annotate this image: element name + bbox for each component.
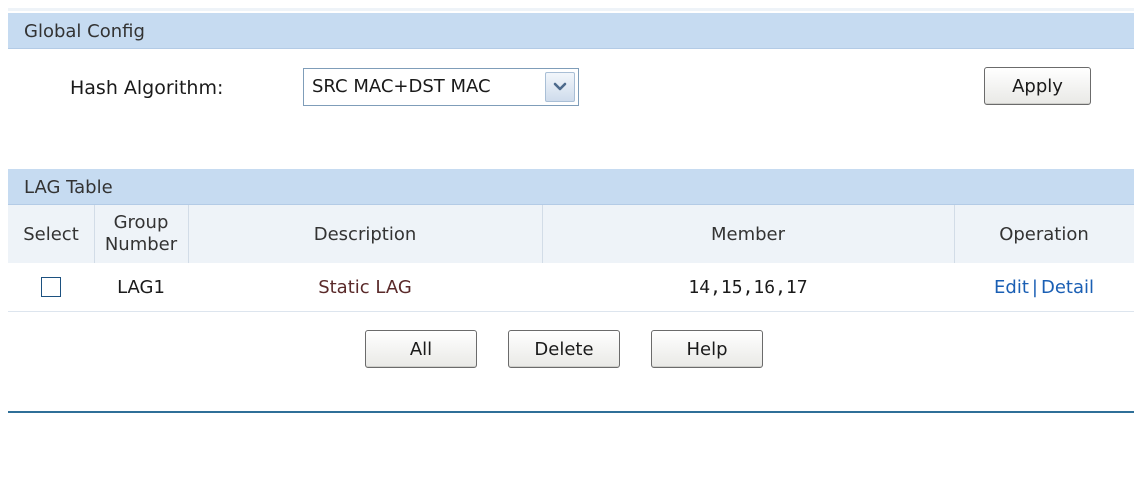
lag-table-title: LAG Table (24, 177, 113, 198)
col-header-operation: Operation (999, 223, 1089, 245)
col-header-select: Select (23, 223, 79, 245)
column-divider (188, 205, 189, 263)
chevron-down-icon[interactable] (545, 72, 575, 102)
bottom-rule (8, 411, 1134, 413)
global-config-title: Global Config (24, 21, 145, 42)
column-divider (542, 205, 543, 263)
lag-table-column-headers: Select Group Number Description Member O… (8, 205, 1134, 263)
col-header-description: Description (313, 223, 417, 245)
col-header-group-number: Group Number (104, 212, 178, 255)
edit-link[interactable]: Edit (994, 277, 1029, 298)
operation-cell: Edit | Detail (954, 263, 1134, 311)
hash-algorithm-label: Hash Algorithm: (70, 77, 224, 99)
lag-table-header: LAG Table (8, 169, 1134, 205)
group-number-cell: LAG1 (117, 276, 165, 298)
member-cell: 14,15,16,17 (688, 276, 808, 298)
apply-button[interactable]: Apply (984, 67, 1091, 105)
table-row: LAG1 Static LAG 14,15,16,17 Edit | Detai… (8, 263, 1134, 312)
hash-algorithm-select[interactable]: SRC MAC+DST MAC (303, 68, 579, 106)
description-cell: Static LAG (318, 276, 412, 298)
col-header-member: Member (710, 223, 786, 245)
help-button[interactable]: Help (651, 330, 763, 368)
row-select-checkbox[interactable] (41, 277, 61, 297)
global-config-header: Global Config (8, 13, 1134, 49)
detail-link[interactable]: Detail (1041, 277, 1094, 298)
column-divider (94, 205, 95, 263)
delete-button[interactable]: Delete (508, 330, 620, 368)
all-button[interactable]: All (365, 330, 477, 368)
column-divider (954, 205, 955, 263)
operation-separator: | (1031, 276, 1038, 298)
hash-algorithm-value: SRC MAC+DST MAC (312, 76, 491, 97)
top-rule (8, 8, 1134, 11)
select-cell (8, 263, 94, 311)
